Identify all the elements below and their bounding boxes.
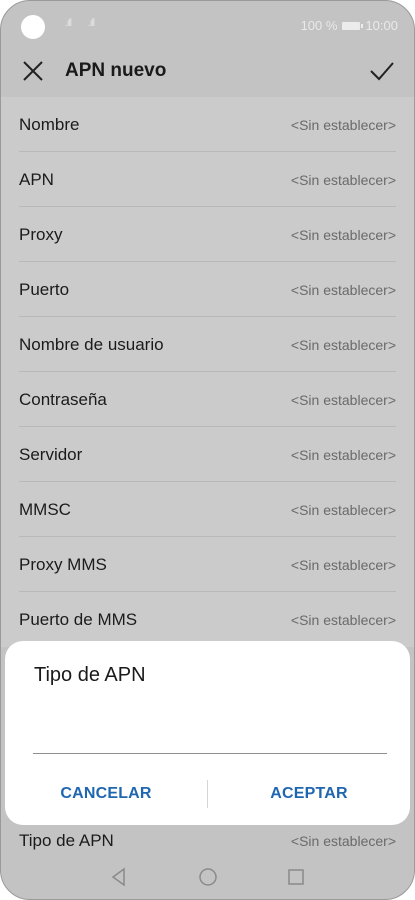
field-value: <Sin establecer> bbox=[290, 226, 396, 243]
field-label: Contraseña bbox=[19, 389, 107, 409]
field-label: Puerto de MMS bbox=[19, 609, 138, 629]
list-item-nombre-de-usuario[interactable]: Nombre de usuario <Sin establecer> bbox=[1, 317, 414, 372]
list-item-contrasena[interactable]: Contraseña <Sin establecer> bbox=[1, 372, 414, 427]
clock: 10:00 bbox=[365, 18, 398, 33]
field-label: Proxy MMS bbox=[19, 554, 107, 574]
home-circle-icon[interactable] bbox=[198, 867, 218, 887]
list-item-puerto-de-mms[interactable]: Puerto de MMS <Sin establecer> bbox=[1, 592, 414, 647]
apn-type-dialog: Tipo de APN CANCELAR ACEPTAR bbox=[5, 641, 410, 825]
field-label: MMSC bbox=[19, 499, 71, 519]
field-label: Proxy bbox=[19, 224, 63, 244]
list-item-puerto[interactable]: Puerto <Sin establecer> bbox=[1, 262, 414, 317]
phone-frame: .ıll .ıll 100 % 10:00 APN nuevo Nombre <… bbox=[0, 0, 415, 900]
recents-square-icon[interactable] bbox=[286, 867, 306, 887]
field-value: <Sin establecer> bbox=[290, 116, 396, 133]
field-label: Tipo de APN bbox=[19, 830, 114, 850]
back-triangle-icon[interactable] bbox=[109, 867, 129, 887]
list-item-servidor[interactable]: Servidor <Sin establecer> bbox=[1, 427, 414, 482]
status-bar: .ıll .ıll 100 % 10:00 bbox=[1, 1, 414, 51]
field-value: <Sin establecer> bbox=[290, 336, 396, 353]
dialog-button-bar: CANCELAR ACEPTAR bbox=[5, 771, 410, 817]
page-title: APN nuevo bbox=[65, 60, 167, 81]
field-value: <Sin establecer> bbox=[290, 446, 396, 463]
battery-icon bbox=[342, 21, 364, 30]
list-item-proxy-mms[interactable]: Proxy MMS <Sin establecer> bbox=[1, 537, 414, 592]
field-label: Nombre bbox=[19, 114, 80, 134]
system-nav-bar bbox=[1, 859, 414, 895]
camera-cutout bbox=[21, 15, 45, 39]
apn-type-input[interactable] bbox=[33, 715, 387, 754]
field-value: <Sin establecer> bbox=[290, 556, 396, 573]
app-toolbar: APN nuevo bbox=[1, 51, 414, 97]
field-label: APN bbox=[19, 169, 54, 189]
signal-strength-icon: .ıll bbox=[65, 18, 72, 29]
list-item-proxy[interactable]: Proxy <Sin establecer> bbox=[1, 207, 414, 262]
field-value: <Sin establecer> bbox=[290, 281, 396, 298]
cancel-button[interactable]: CANCELAR bbox=[5, 771, 207, 817]
check-icon[interactable] bbox=[368, 57, 396, 85]
field-label: Puerto bbox=[19, 279, 70, 299]
field-value: <Sin establecer> bbox=[290, 611, 396, 628]
field-label: Servidor bbox=[19, 444, 83, 464]
field-label: Nombre de usuario bbox=[19, 334, 164, 354]
field-value: <Sin establecer> bbox=[290, 171, 396, 188]
signal-strength-icon-2: .ıll bbox=[88, 18, 95, 29]
field-value: <Sin establecer> bbox=[290, 391, 396, 408]
battery-percent: 100 % bbox=[300, 18, 338, 33]
dialog-title: Tipo de APN bbox=[34, 664, 146, 686]
list-item-apn[interactable]: APN <Sin establecer> bbox=[1, 152, 414, 207]
field-value: <Sin establecer> bbox=[290, 501, 396, 518]
accept-button[interactable]: ACEPTAR bbox=[208, 771, 410, 817]
status-right-group: 100 % 10:00 bbox=[301, 18, 398, 33]
close-icon[interactable] bbox=[21, 59, 45, 83]
apn-field-list: Nombre <Sin establecer> APN <Sin estable… bbox=[1, 97, 414, 647]
field-value: <Sin establecer> bbox=[290, 832, 396, 849]
list-item-mmsc[interactable]: MMSC <Sin establecer> bbox=[1, 482, 414, 537]
list-item-nombre[interactable]: Nombre <Sin establecer> bbox=[1, 97, 414, 152]
